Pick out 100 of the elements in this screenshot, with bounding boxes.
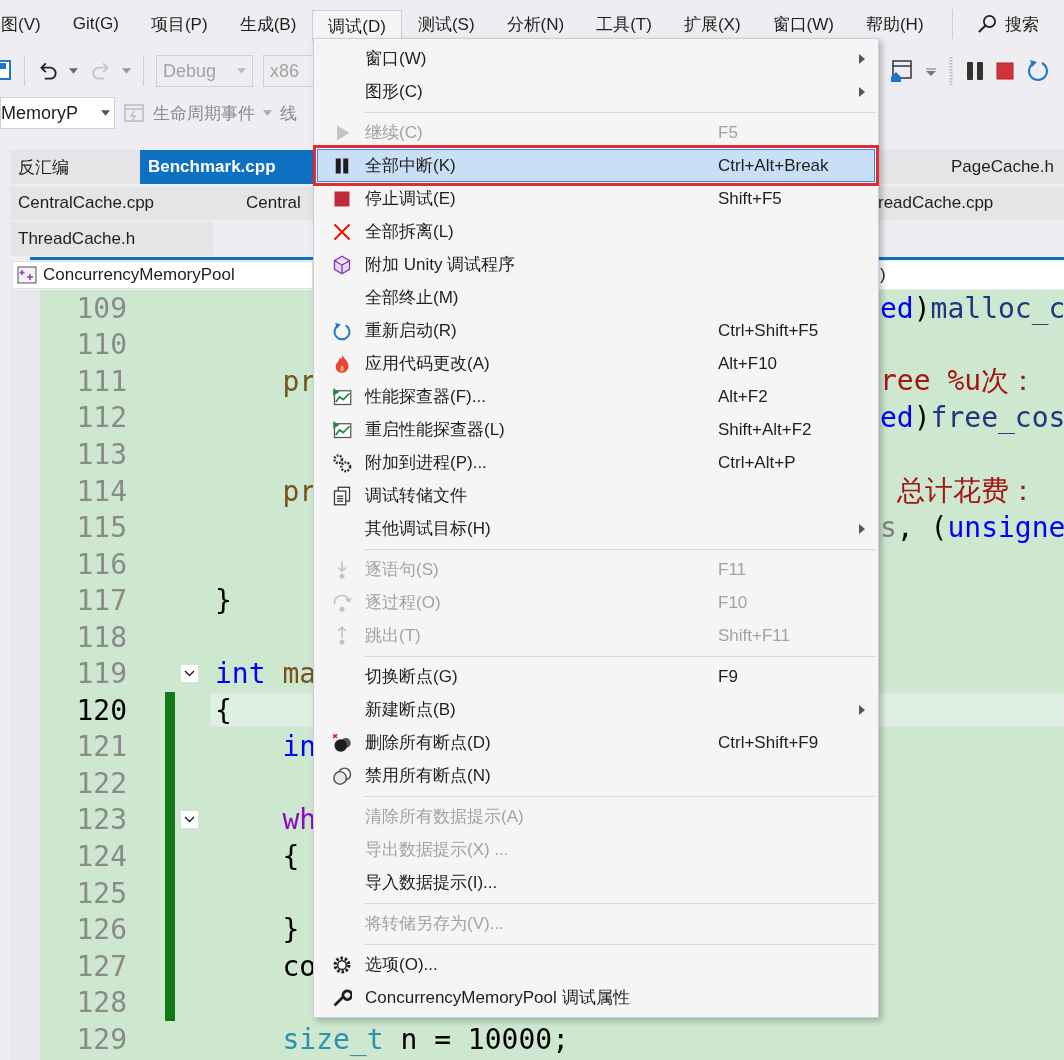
pause-icon (966, 61, 984, 81)
line-number: 112 (75, 401, 127, 435)
gears-icon (331, 452, 352, 473)
thread-label: 线 (280, 102, 297, 125)
menu-item[interactable]: ConcurrencyMemoryPool 调试属性 (317, 981, 875, 1014)
menu-bar-item[interactable]: 工具(T) (580, 9, 668, 39)
code-text: ed)free_cos (880, 401, 1064, 435)
code-text: { (215, 693, 232, 727)
caret-icon (122, 68, 131, 74)
caret-icon (101, 110, 110, 116)
menu-bar-item[interactable]: 项目(P) (134, 9, 224, 39)
document-icon (331, 485, 352, 506)
code-text: pr (281, 364, 317, 398)
line-number: 119 (75, 657, 127, 691)
scope-dropdown[interactable]: ConcurrencyMemoryPool (12, 261, 313, 289)
line-number: 116 (75, 547, 127, 581)
line-number: 120 (75, 693, 127, 727)
fold-toggle[interactable] (181, 811, 198, 829)
code-text: } (215, 584, 232, 618)
code-text: } (281, 913, 300, 947)
line-number: 123 (75, 803, 127, 837)
menu-bar-item[interactable]: Git(G) (56, 9, 135, 39)
menu-item[interactable]: 其他调试目标(H) (317, 512, 875, 545)
code-text: ree %u次： (880, 363, 1039, 400)
line-number: 125 (75, 876, 127, 910)
code-text: ed)malloc_c (880, 291, 1064, 325)
line-number: 129 (75, 1022, 127, 1056)
line-number: 115 (75, 511, 127, 545)
line-number: 127 (75, 949, 127, 983)
chart-icon (331, 419, 352, 440)
menu-bar-item[interactable]: 分析(N) (490, 9, 581, 39)
code-text: pr (281, 474, 317, 508)
undo-button[interactable] (37, 60, 78, 82)
class-icon (17, 266, 37, 284)
menu-item[interactable]: 应用代码更改(A) Alt+F10 (317, 347, 875, 380)
line-number: 124 (75, 839, 127, 873)
line-number: 111 (75, 364, 127, 398)
menu-bar-item[interactable]: 帮助(H) (849, 9, 940, 39)
menu-item[interactable]: 附加到进程(P)... Ctrl+Alt+P (317, 446, 875, 479)
undo-icon (37, 60, 59, 82)
search-icon (976, 14, 997, 34)
code-text: { (281, 839, 300, 873)
wrench-icon (331, 987, 352, 1008)
cube-icon (331, 254, 352, 275)
settings-icon (331, 954, 352, 975)
overflow-caret-icon (926, 65, 936, 77)
menu-item[interactable]: 附加 Unity 调试程序 (317, 248, 875, 281)
member-dropdown[interactable]: ) (878, 261, 1064, 289)
file-tab[interactable]: PageCache.h (878, 150, 1064, 184)
menu-bar-item[interactable]: 测试(S) (401, 9, 491, 39)
menu-bar-item[interactable]: 生成(B) (223, 9, 313, 39)
file-tab[interactable]: readCache.cpp (878, 186, 1064, 220)
restart-icon (331, 320, 352, 341)
line-number: 128 (75, 986, 127, 1020)
line-number: 110 (75, 328, 127, 362)
line-number: 126 (75, 913, 127, 947)
menu-bar-item[interactable]: 扩展(X) (667, 9, 757, 39)
menu-bar-item[interactable]: 图(V) (0, 9, 57, 39)
menu-item[interactable]: 切换断点(G) F9 (317, 660, 875, 693)
file-tab[interactable]: CentralCache.cpp (10, 186, 230, 220)
file-tab[interactable]: 反汇编 (10, 150, 140, 184)
menu-item[interactable]: 选项(O)... (317, 948, 875, 981)
menu-item[interactable]: 禁用所有断点(N) (317, 759, 875, 792)
menu-item[interactable]: 全部终止(M) (317, 281, 875, 314)
menu-item[interactable]: 删除所有断点(D) Ctrl+Shift+F9 (317, 726, 875, 759)
search-button[interactable]: 搜索 (976, 12, 1039, 36)
restart-icon (1026, 59, 1050, 83)
menu-item[interactable]: 导入数据提示(I)... (317, 866, 875, 899)
step-over-icon (331, 592, 352, 613)
line-number: 109 (75, 291, 127, 325)
chart-icon (331, 386, 352, 407)
menu-item[interactable]: 新建断点(B) (317, 693, 875, 726)
close-icon (331, 221, 352, 242)
window-home-icon (890, 59, 914, 83)
redo-icon (90, 60, 112, 82)
menu-item[interactable]: 重新启动(R) Ctrl+Shift+F5 (317, 314, 875, 347)
breakpoints-delete-icon (331, 732, 352, 753)
fold-toggle[interactable] (181, 665, 198, 683)
menu-item[interactable]: 性能探查器(F)... Alt+F2 (317, 380, 875, 413)
lifecycle-icon (123, 102, 145, 124)
caret-icon (69, 68, 78, 74)
line-number: 122 (75, 766, 127, 800)
project-dropdown[interactable]: MemoryP (0, 97, 115, 129)
line-number: 118 (75, 620, 127, 654)
code-text: s, (unsigne (880, 511, 1064, 545)
stop-icon (996, 62, 1014, 80)
code-text: co (281, 949, 317, 983)
menu-item[interactable]: 重启性能探查器(L) Shift+Alt+F2 (317, 413, 875, 446)
code-text: size_t n = 10000; (281, 1022, 569, 1056)
line-number: 121 (75, 730, 127, 764)
breakpoints-disable-icon (331, 765, 352, 786)
menu-bar-item[interactable]: 窗口(W) (756, 9, 850, 39)
caret-icon (237, 68, 246, 74)
menu-item[interactable]: 调试转储文件 (317, 479, 875, 512)
lifecycle-events-label: 生命周期事件 (153, 102, 255, 125)
file-tab[interactable]: ThreadCache.h (10, 222, 213, 256)
code-text: 总计花费： (895, 473, 1038, 509)
line-number: 114 (75, 474, 127, 508)
caret-icon (263, 110, 272, 116)
grip-icon (948, 57, 954, 85)
